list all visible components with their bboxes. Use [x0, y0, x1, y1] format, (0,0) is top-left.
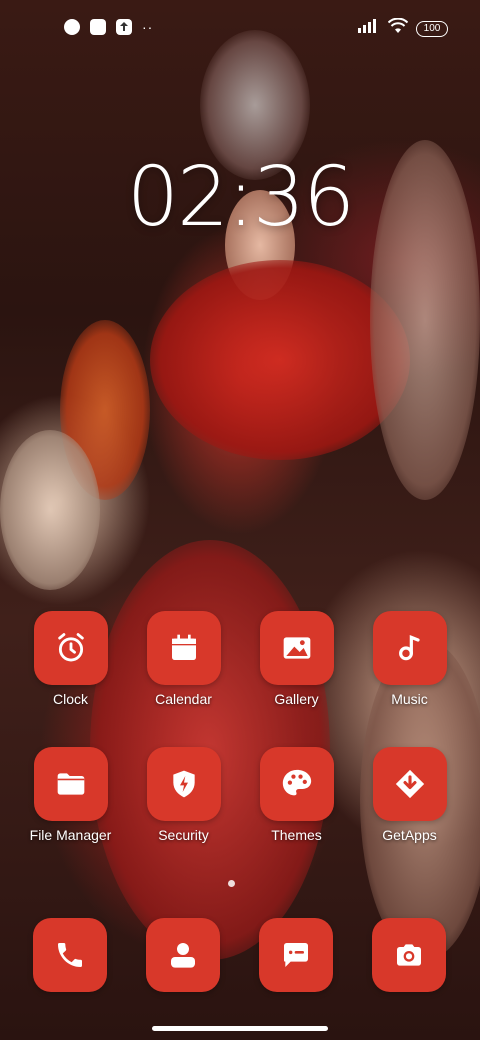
app-label: Security	[158, 827, 209, 843]
dock-camera[interactable]	[372, 918, 446, 992]
notification-icon	[64, 19, 80, 35]
music-note-icon[interactable]	[372, 611, 447, 685]
home-indicator[interactable]	[152, 1026, 328, 1031]
dock-phone[interactable]	[33, 918, 107, 992]
dock-contacts[interactable]	[146, 918, 220, 992]
status-bar: ·· 100	[0, 0, 480, 56]
shield-bolt-icon[interactable]	[146, 747, 221, 821]
app-file-manager[interactable]: File Manager	[14, 747, 127, 843]
notification-square-icon	[90, 19, 106, 35]
app-label: GetApps	[382, 827, 437, 843]
download-icon[interactable]	[372, 747, 447, 821]
signal-icon	[358, 19, 380, 38]
app-calendar[interactable]: Calendar	[127, 611, 240, 707]
app-label: Calendar	[155, 691, 212, 707]
app-security[interactable]: Security	[127, 747, 240, 843]
app-getapps[interactable]: GetApps	[353, 747, 466, 843]
page-indicator[interactable]	[228, 880, 235, 887]
folder-icon[interactable]	[33, 747, 108, 821]
app-label: Music	[391, 691, 428, 707]
gallery-icon[interactable]	[259, 611, 334, 685]
app-label: File Manager	[29, 827, 112, 843]
app-label: Gallery	[274, 691, 319, 707]
messages-icon[interactable]	[259, 918, 333, 992]
upload-icon	[116, 19, 132, 35]
camera-icon[interactable]	[372, 918, 446, 992]
phone-icon[interactable]	[33, 918, 107, 992]
more-notifications-indicator: ··	[142, 19, 154, 35]
calendar-icon[interactable]	[146, 611, 221, 685]
app-themes[interactable]: Themes	[240, 747, 353, 843]
app-gallery[interactable]: Gallery	[240, 611, 353, 707]
palette-icon[interactable]	[259, 747, 334, 821]
dock-messages[interactable]	[259, 918, 333, 992]
contacts-icon[interactable]	[146, 918, 220, 992]
battery-indicator: 100	[416, 20, 448, 37]
alarm-clock-icon[interactable]	[33, 611, 108, 685]
clock-widget[interactable]: 02:36	[0, 150, 480, 245]
wifi-icon	[387, 17, 409, 39]
app-label: Clock	[52, 691, 88, 707]
app-label: Themes	[271, 827, 322, 843]
app-clock[interactable]: Clock	[14, 611, 127, 707]
app-music[interactable]: Music	[353, 611, 466, 707]
